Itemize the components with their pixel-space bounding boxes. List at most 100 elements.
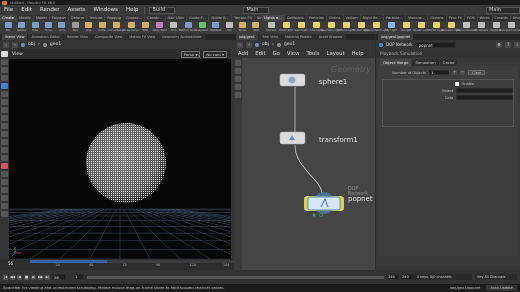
pane-tab-geometry-spreadsheet[interactable]: Geometry Spreadsheet bbox=[159, 34, 205, 40]
tool-switcher[interactable]: Switcher bbox=[489, 21, 503, 34]
tab-simulation[interactable]: Simulation bbox=[412, 59, 439, 66]
move-tool-icon[interactable] bbox=[1, 59, 8, 65]
pane-tab-composite-view[interactable]: Composite View bbox=[92, 34, 126, 40]
global-end-field[interactable]: 240 bbox=[401, 274, 413, 280]
menu-edit[interactable]: Edit bbox=[19, 7, 34, 13]
select-icon[interactable] bbox=[235, 60, 241, 66]
node-info-icon[interactable] bbox=[235, 68, 241, 74]
point-snap-icon[interactable] bbox=[1, 155, 8, 161]
popnet-node-label[interactable]: popnet bbox=[348, 195, 373, 203]
tool-sky-light[interactable]: Sky Light bbox=[384, 21, 398, 34]
snap-icon[interactable] bbox=[1, 107, 8, 113]
tool-caustic-light[interactable]: Caustic Light bbox=[413, 21, 429, 34]
menu-assets[interactable]: Assets bbox=[65, 7, 87, 13]
data-field[interactable] bbox=[456, 95, 513, 100]
add-object-button[interactable]: + bbox=[452, 70, 457, 75]
list-icon[interactable] bbox=[235, 76, 241, 82]
tool-distant-light[interactable]: Distant Light bbox=[353, 21, 369, 34]
group-select-icon[interactable] bbox=[1, 171, 8, 177]
tool-spiral[interactable]: Spiral bbox=[236, 21, 248, 34]
desktop-select-build[interactable]: Build bbox=[149, 6, 176, 14]
scale-tool-icon[interactable] bbox=[1, 75, 8, 81]
magnet-icon[interactable] bbox=[1, 131, 8, 137]
grid-snap-icon[interactable] bbox=[1, 139, 8, 145]
current-frame[interactable]: 56 bbox=[8, 261, 13, 266]
tool-spray-paint[interactable]: Spray Paint bbox=[152, 21, 167, 34]
lasso-icon[interactable] bbox=[1, 187, 8, 193]
tool-torus[interactable]: Torus bbox=[42, 21, 54, 34]
grid-icon[interactable] bbox=[235, 84, 241, 90]
tool-geometry-light[interactable]: Geometry Light bbox=[321, 21, 341, 34]
num-objects-field[interactable]: 1 bbox=[429, 70, 449, 75]
tool-gamepad-camera[interactable]: Gamepad Camera bbox=[499, 21, 520, 34]
pane-tab-obj-geo1[interactable]: /obj/geo1 bbox=[236, 34, 258, 40]
menu-help[interactable]: Help bbox=[124, 7, 141, 13]
pane-tab-material-palette[interactable]: Material Palette bbox=[282, 34, 315, 40]
keys-channels[interactable]: 0 keys, 0/0 channels bbox=[412, 274, 473, 280]
pose-tool-icon[interactable] bbox=[1, 91, 8, 97]
path-obj[interactable]: obj bbox=[262, 42, 269, 47]
frame-field[interactable]: 56 bbox=[52, 274, 66, 280]
visibility-icon[interactable] bbox=[1, 195, 8, 201]
object-field[interactable] bbox=[456, 88, 513, 93]
tool-area-light[interactable]: Area Light bbox=[309, 21, 323, 34]
auto-update-menu[interactable]: Auto Update bbox=[486, 285, 517, 291]
pane-tab-motion-fx-view[interactable]: Motion FX View bbox=[126, 34, 159, 40]
end-frame-field[interactable]: 240 bbox=[387, 274, 399, 280]
menu-layout[interactable]: Layout bbox=[327, 51, 345, 57]
popnet-node[interactable] bbox=[304, 192, 344, 217]
menu-tools[interactable]: Tools bbox=[306, 51, 319, 57]
tool-circle[interactable]: Circle bbox=[96, 21, 108, 34]
tool-environment-light[interactable]: Environment Light bbox=[364, 21, 388, 34]
palette-icon[interactable] bbox=[235, 92, 241, 98]
tool-camera[interactable]: Camera bbox=[264, 21, 278, 34]
tool-ambient-light[interactable]: Ambient Light bbox=[442, 21, 460, 34]
tool-metaball[interactable]: Metaball bbox=[209, 21, 221, 34]
tool-box[interactable]: Box bbox=[2, 21, 14, 34]
desktop-select-main[interactable]: Main bbox=[243, 6, 270, 14]
menu-view[interactable]: View bbox=[287, 51, 300, 57]
range-slider[interactable] bbox=[86, 275, 385, 279]
view-tool-icon[interactable] bbox=[1, 99, 8, 105]
back-button[interactable]: ‹ bbox=[237, 41, 243, 48]
tool-font[interactable]: Font bbox=[168, 21, 180, 34]
tab-object-merge[interactable]: Object Merge bbox=[380, 59, 412, 66]
pane-tab-scene-view[interactable]: Scene View bbox=[2, 34, 28, 40]
path-obj[interactable]: obj bbox=[28, 42, 35, 47]
tool-draw-curve[interactable]: Draw Curve bbox=[124, 21, 139, 34]
tool-stereo-camera[interactable]: Stereo Camera bbox=[456, 21, 476, 34]
menu-file[interactable]: File bbox=[2, 7, 15, 13]
tool-gi-light[interactable]: GI Light bbox=[399, 21, 413, 34]
menu-edit[interactable]: Edit bbox=[255, 51, 265, 57]
tool-tube[interactable]: Tube bbox=[29, 21, 41, 34]
menu-windows[interactable]: Windows bbox=[91, 7, 120, 13]
prev-key-button[interactable]: ◀◀ bbox=[10, 274, 15, 280]
desktop-select-main-right[interactable]: Main bbox=[486, 6, 520, 14]
remove-object-button[interactable]: − bbox=[460, 70, 465, 75]
gear-icon[interactable]: ⚙ bbox=[496, 41, 502, 48]
sphere-node-label[interactable]: sphere1 bbox=[319, 78, 347, 86]
3d-viewport[interactable] bbox=[9, 59, 231, 259]
prim-snap-icon[interactable] bbox=[1, 147, 8, 153]
camera-menu[interactable]: No cam ▾ bbox=[203, 50, 227, 58]
transform-node-label[interactable]: transform1 bbox=[319, 136, 358, 144]
play-back-button[interactable]: ◀ bbox=[17, 274, 22, 280]
sphere-node[interactable] bbox=[279, 73, 306, 87]
tool-helix[interactable]: Helix bbox=[250, 21, 262, 34]
back-button[interactable]: ‹ bbox=[3, 41, 9, 48]
template-icon[interactable] bbox=[1, 203, 8, 209]
tool-grid[interactable]: Grid bbox=[56, 21, 68, 34]
key-all-button[interactable]: Key All Channels bbox=[475, 274, 517, 280]
tool-path[interactable]: Path bbox=[139, 21, 151, 34]
secure-icon[interactable] bbox=[1, 115, 8, 121]
menu-add[interactable]: Add bbox=[238, 51, 248, 57]
tool-line[interactable]: Line bbox=[82, 21, 94, 34]
help-icon[interactable]: ? bbox=[505, 41, 511, 48]
pane-tab-render-view[interactable]: Render View bbox=[63, 34, 92, 40]
next-key-button[interactable]: ▶▶ bbox=[38, 274, 43, 280]
tool-l-system[interactable]: L-System bbox=[196, 21, 208, 34]
tool-portal-light[interactable]: Portal Light bbox=[429, 21, 443, 34]
record-icon[interactable] bbox=[1, 163, 8, 169]
start-frame-field[interactable]: 1 bbox=[74, 274, 84, 280]
tool-sphere[interactable]: Sphere bbox=[15, 21, 27, 34]
